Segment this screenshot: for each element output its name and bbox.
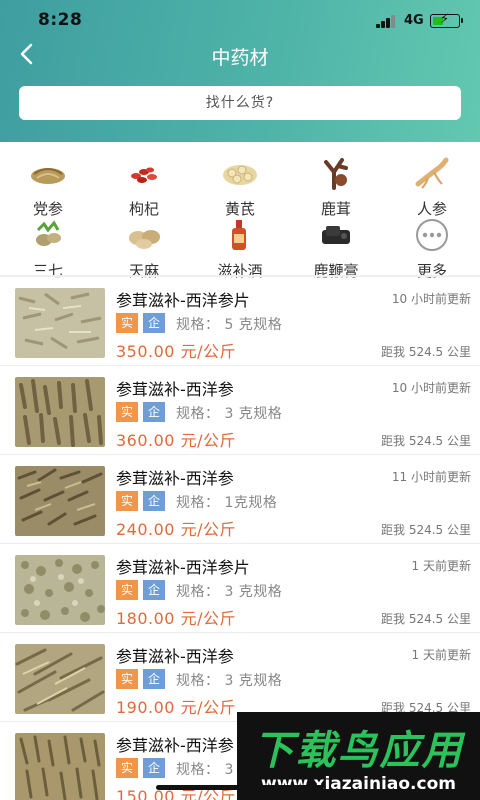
huangqi-icon <box>223 165 257 185</box>
home-indicator[interactable] <box>156 785 324 790</box>
product-spec: 规格： 3 克规格 <box>176 406 283 422</box>
category-more[interactable]: 更多 <box>384 218 480 282</box>
page-title: 中药材 <box>211 47 269 69</box>
goji-icon <box>131 167 157 183</box>
category-sanqi[interactable]: 三七 <box>0 218 96 282</box>
header: 8:28 4G ⚡ 中药材 找什么货? <box>0 0 480 142</box>
product-title: 参茸滋补-西洋参片 <box>116 558 250 577</box>
product-spec: 规格： 5 克规格 <box>176 317 283 333</box>
distance: 距我 524.5 公里 <box>381 434 471 448</box>
tonic-wine-icon <box>232 220 246 250</box>
category-label: 枸杞 <box>128 200 159 218</box>
category-dangshen[interactable]: 党参 <box>0 156 96 220</box>
distance: 距我 524.5 公里 <box>381 523 471 537</box>
antler-icon <box>324 158 348 190</box>
product-spec: 规格： 3 <box>176 762 234 778</box>
product-image <box>15 555 105 625</box>
product-spec: 规格： 3 克规格 <box>176 673 283 689</box>
enterprise-badge: 企 <box>143 580 165 600</box>
verified-badge: 实 <box>116 580 138 600</box>
more-icon <box>416 219 448 251</box>
update-time: 11 小时前更新 <box>391 470 471 484</box>
battery-icon: ⚡ <box>430 12 463 28</box>
product-image <box>15 288 105 358</box>
product-price: 360.00 元/公斤 <box>116 431 236 450</box>
verified-badge: 实 <box>116 402 138 422</box>
search-input[interactable]: 找什么货? <box>19 86 461 120</box>
list-item[interactable]: 参茸滋补-西洋参片 1 天前更新 实 企 规格： 3 克规格 180.00 元/… <box>0 544 480 633</box>
product-price: 350.00 元/公斤 <box>116 342 236 361</box>
enterprise-badge: 企 <box>143 313 165 333</box>
product-title: 参茸滋补-西洋参 <box>116 380 234 399</box>
verified-badge: 实 <box>116 313 138 333</box>
update-time: 1 天前更新 <box>411 648 471 662</box>
list-item[interactable]: 参茸滋补-西洋参 11 小时前更新 实 企 规格： 1克规格 240.00 元/… <box>0 455 480 544</box>
product-price: 240.00 元/公斤 <box>116 520 236 539</box>
category-label: 人参 <box>416 200 447 218</box>
category-tianma[interactable]: 天麻 <box>96 218 192 282</box>
category-grid: 党参 枸杞 黄芪 鹿茸 人参 三七 天麻 滋补酒 鹿鞭膏 更多 <box>0 142 480 280</box>
category-label: 鹿茸 <box>320 200 351 218</box>
update-time: 1 天前更新 <box>411 559 471 573</box>
signal-icon <box>376 14 398 28</box>
category-huangqi[interactable]: 黄芪 <box>192 156 288 220</box>
distance: 距我 524.5 公里 <box>381 612 471 626</box>
product-price: 190.00 元/公斤 <box>116 698 236 717</box>
verified-badge: 实 <box>116 758 138 778</box>
product-image <box>15 733 105 800</box>
product-title: 参茸滋补-西洋参 <box>116 647 234 666</box>
sanqi-icon <box>36 220 61 246</box>
category-label: 黄芪 <box>224 200 255 218</box>
category-paste[interactable]: 鹿鞭膏 <box>288 218 384 282</box>
verified-badge: 实 <box>116 491 138 511</box>
paste-icon <box>322 226 350 244</box>
category-label: 党参 <box>32 200 63 218</box>
product-spec: 规格： 1克规格 <box>176 495 278 511</box>
category-ginseng[interactable]: 人参 <box>384 156 480 220</box>
list-item[interactable]: 参茸滋补-西洋参 10 小时前更新 实 企 规格： 3 克规格 360.00 元… <box>0 366 480 455</box>
product-price: 180.00 元/公斤 <box>116 609 236 628</box>
product-image <box>15 466 105 536</box>
status-time: 8:28 <box>38 10 83 30</box>
category-tonic-wine[interactable]: 滋补酒 <box>192 218 288 282</box>
enterprise-badge: 企 <box>143 491 165 511</box>
category-goji[interactable]: 枸杞 <box>96 156 192 220</box>
product-spec: 规格： 3 克规格 <box>176 584 283 600</box>
category-antler[interactable]: 鹿茸 <box>288 156 384 220</box>
update-time: 10 小时前更新 <box>391 381 471 395</box>
product-image <box>15 644 105 714</box>
watermark-text: 下载鸟应用 <box>253 728 464 774</box>
enterprise-badge: 企 <box>143 669 165 689</box>
watermark-url: www.xiazainiao.com <box>261 774 456 794</box>
ginseng-icon <box>415 157 449 189</box>
product-title: 参茸滋补-西洋参片 <box>116 291 250 310</box>
status-bar: 8:28 4G ⚡ <box>0 0 480 44</box>
product-title: 参茸滋补-西洋参 <box>116 469 234 488</box>
tianma-icon <box>129 230 160 249</box>
list-item[interactable]: 参茸滋补-西洋参 1 天前更新 实 企 规格： 3 克规格 190.00 元/公… <box>0 633 480 722</box>
product-title: 参茸滋补-西洋参 <box>116 736 234 755</box>
verified-badge: 实 <box>116 669 138 689</box>
update-time: 10 小时前更新 <box>391 292 471 306</box>
dangshen-icon <box>31 168 65 184</box>
distance: 距我 524.5 公里 <box>381 345 471 359</box>
product-image <box>15 377 105 447</box>
network-type: 4G <box>404 13 424 28</box>
list-item[interactable]: 参茸滋补-西洋参片 10 小时前更新 实 企 规格： 5 克规格 350.00 … <box>0 277 480 366</box>
enterprise-badge: 企 <box>143 402 165 422</box>
enterprise-badge: 企 <box>143 758 165 778</box>
